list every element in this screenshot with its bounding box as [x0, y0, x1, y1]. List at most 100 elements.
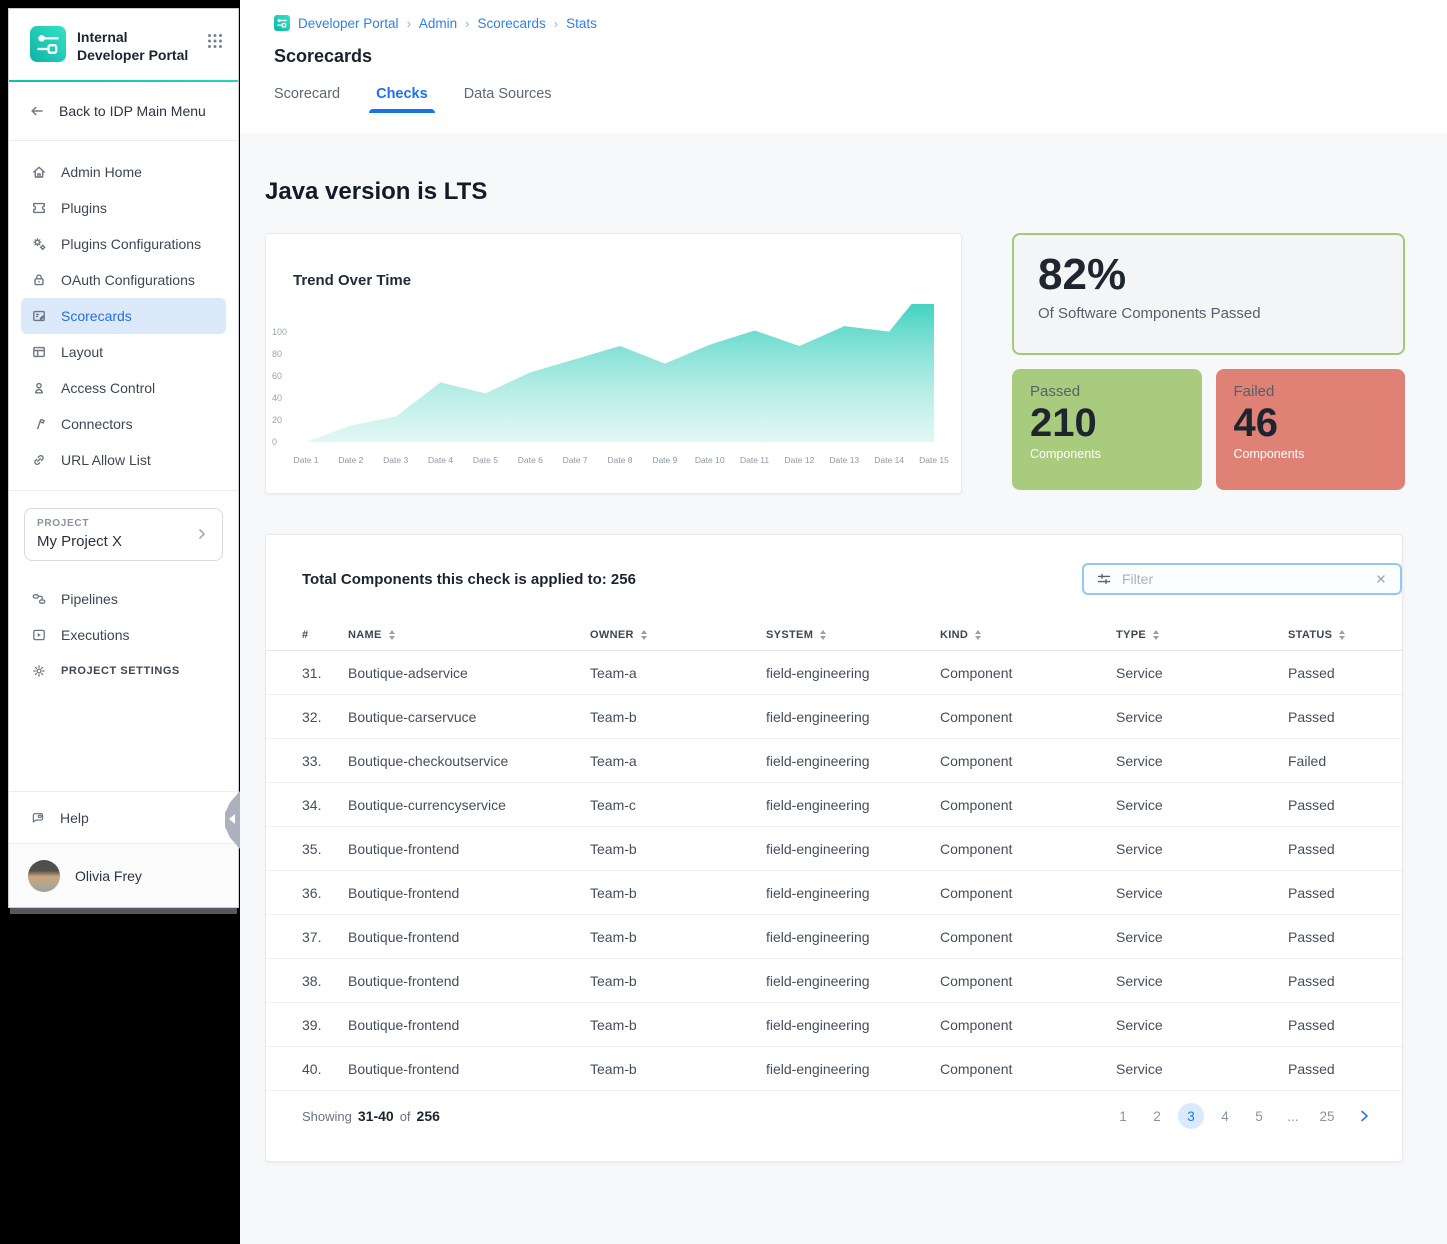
passed-value: 210: [1030, 400, 1184, 446]
page-button-2[interactable]: 2: [1144, 1103, 1170, 1129]
sidebar-item-url-allow-list[interactable]: URL Allow List: [21, 442, 226, 478]
column-header-kind[interactable]: KIND: [940, 629, 1116, 641]
tab-checks[interactable]: Checks: [376, 86, 428, 113]
cell-status: Passed: [1288, 1017, 1402, 1033]
sidebar-item-access-control[interactable]: Access Control: [21, 370, 226, 406]
y-tick-label: 60: [272, 371, 300, 381]
table-column-headers: #NAMEOWNERSYSTEMKINDTYPESTATUS: [266, 619, 1402, 651]
table-row[interactable]: 33. Boutique-checkoutservice Team-a fiel…: [266, 739, 1402, 783]
next-page-button[interactable]: [1356, 1108, 1372, 1124]
sidebar-item-layout[interactable]: Layout: [21, 334, 226, 370]
sidebar-item-executions[interactable]: Executions: [21, 617, 226, 653]
sidebar-item-project-settings[interactable]: PROJECT SETTINGS: [21, 653, 226, 689]
cell-type: Service: [1116, 753, 1288, 769]
cell-name: Boutique-frontend: [348, 929, 590, 945]
table-row[interactable]: 39. Boutique-frontend Team-b field-engin…: [266, 1003, 1402, 1047]
of-label: of: [400, 1109, 411, 1124]
tab-data-sources[interactable]: Data Sources: [464, 86, 552, 113]
sidebar-item-admin-home[interactable]: Admin Home: [21, 154, 226, 190]
table-row[interactable]: 32. Boutique-carservuce Team-b field-eng…: [266, 695, 1402, 739]
cell-kind: Component: [940, 841, 1116, 857]
cell-status: Passed: [1288, 929, 1402, 945]
tab-scorecard[interactable]: Scorecard: [274, 86, 340, 113]
table-row[interactable]: 34. Boutique-currencyservice Team-c fiel…: [266, 783, 1402, 827]
column-header-type[interactable]: TYPE: [1116, 629, 1288, 641]
column-header-owner[interactable]: OWNER: [590, 629, 766, 641]
page-button-25[interactable]: 25: [1314, 1103, 1340, 1129]
project-selector[interactable]: PROJECT My Project X: [24, 508, 223, 561]
total-count: 256: [417, 1108, 440, 1124]
table-row[interactable]: 31. Boutique-adservice Team-a field-engi…: [266, 651, 1402, 695]
cell-num: 39.: [302, 1017, 348, 1033]
table-row[interactable]: 37. Boutique-frontend Team-b field-engin…: [266, 915, 1402, 959]
filter-sliders-icon[interactable]: [1096, 571, 1112, 587]
cell-num: 35.: [302, 841, 348, 857]
page-button-4[interactable]: 4: [1212, 1103, 1238, 1129]
column-header-name[interactable]: NAME: [348, 629, 590, 641]
breadcrumb-link-stats[interactable]: Stats: [566, 16, 597, 31]
sidebar-item-connectors[interactable]: Connectors: [21, 406, 226, 442]
trend-area-chart: [306, 304, 934, 442]
filter-box: [1082, 563, 1402, 595]
sidebar-item-label: Scorecards: [61, 308, 132, 324]
sidebar-item-plugins[interactable]: Plugins: [21, 190, 226, 226]
summary-row: Trend Over Time: [265, 233, 1405, 494]
column-header-system[interactable]: SYSTEM: [766, 629, 940, 641]
app-title: Internal Developer Portal: [77, 26, 188, 64]
link-icon: [31, 452, 47, 468]
project-label: PROJECT: [37, 518, 210, 529]
table-row[interactable]: 35. Boutique-frontend Team-b field-engin…: [266, 827, 1402, 871]
column-header-status[interactable]: STATUS: [1288, 629, 1402, 641]
table-row[interactable]: 38. Boutique-frontend Team-b field-engin…: [266, 959, 1402, 1003]
sidebar-item-label: URL Allow List: [61, 452, 151, 468]
cell-type: Service: [1116, 885, 1288, 901]
page-button-3[interactable]: 3: [1178, 1103, 1204, 1129]
y-tick-label: 100: [272, 327, 300, 337]
help-chat-icon: [30, 810, 46, 826]
cell-system: field-engineering: [766, 1017, 940, 1033]
user-menu[interactable]: Olivia Frey: [9, 843, 238, 907]
sidebar-item-oauth-configurations[interactable]: OAuth Configurations: [21, 262, 226, 298]
breadcrumb-link-scorecards[interactable]: Scorecards: [478, 16, 546, 31]
breadcrumb-link-admin[interactable]: Admin: [419, 16, 457, 31]
filter-input[interactable]: [1122, 571, 1364, 587]
clear-filter-icon[interactable]: [1374, 572, 1388, 586]
cell-kind: Component: [940, 665, 1116, 681]
cell-owner: Team-b: [590, 1061, 766, 1077]
breadcrumb-link-developer-portal[interactable]: Developer Portal: [298, 16, 399, 31]
failed-label: Failed: [1234, 383, 1388, 400]
app-grid-icon[interactable]: [206, 26, 224, 55]
page-button-5[interactable]: 5: [1246, 1103, 1272, 1129]
cell-name: Boutique-currencyservice: [348, 797, 590, 813]
sidebar-item-pipelines[interactable]: Pipelines: [21, 581, 226, 617]
cell-kind: Component: [940, 1061, 1116, 1077]
cell-system: field-engineering: [766, 753, 940, 769]
page-title: Scorecards: [274, 46, 1447, 67]
cell-num: 38.: [302, 973, 348, 989]
sidebar-item-plugins-configurations[interactable]: Plugins Configurations: [21, 226, 226, 262]
back-arrow-icon: [29, 103, 45, 119]
cell-num: 32.: [302, 709, 348, 725]
failed-card: Failed 46 Components: [1216, 369, 1406, 490]
page-ellipsis: ...: [1280, 1103, 1306, 1129]
back-to-idp-main-menu[interactable]: Back to IDP Main Menu: [9, 82, 238, 141]
table-row[interactable]: 40. Boutique-frontend Team-b field-engin…: [266, 1047, 1402, 1091]
table-row[interactable]: 36. Boutique-frontend Team-b field-engin…: [266, 871, 1402, 915]
x-tick-label: Date 8: [597, 455, 643, 465]
y-tick-label: 40: [272, 393, 300, 403]
page-button-1[interactable]: 1: [1110, 1103, 1136, 1129]
cell-type: Service: [1116, 841, 1288, 857]
breadcrumb-separator: ›: [465, 16, 469, 31]
sidebar-column: Internal Developer Portal Back: [0, 0, 240, 1244]
collapse-left-icon: [229, 814, 235, 824]
sidebar-item-scorecards[interactable]: Scorecards: [21, 298, 226, 334]
x-tick-label: Date 5: [462, 455, 508, 465]
help-button[interactable]: Help: [9, 791, 238, 843]
y-tick-label: 80: [272, 349, 300, 359]
cell-type: Service: [1116, 665, 1288, 681]
cell-owner: Team-b: [590, 973, 766, 989]
cell-kind: Component: [940, 929, 1116, 945]
cell-status: Passed: [1288, 665, 1402, 681]
cell-type: Service: [1116, 797, 1288, 813]
person-icon: [31, 380, 47, 396]
